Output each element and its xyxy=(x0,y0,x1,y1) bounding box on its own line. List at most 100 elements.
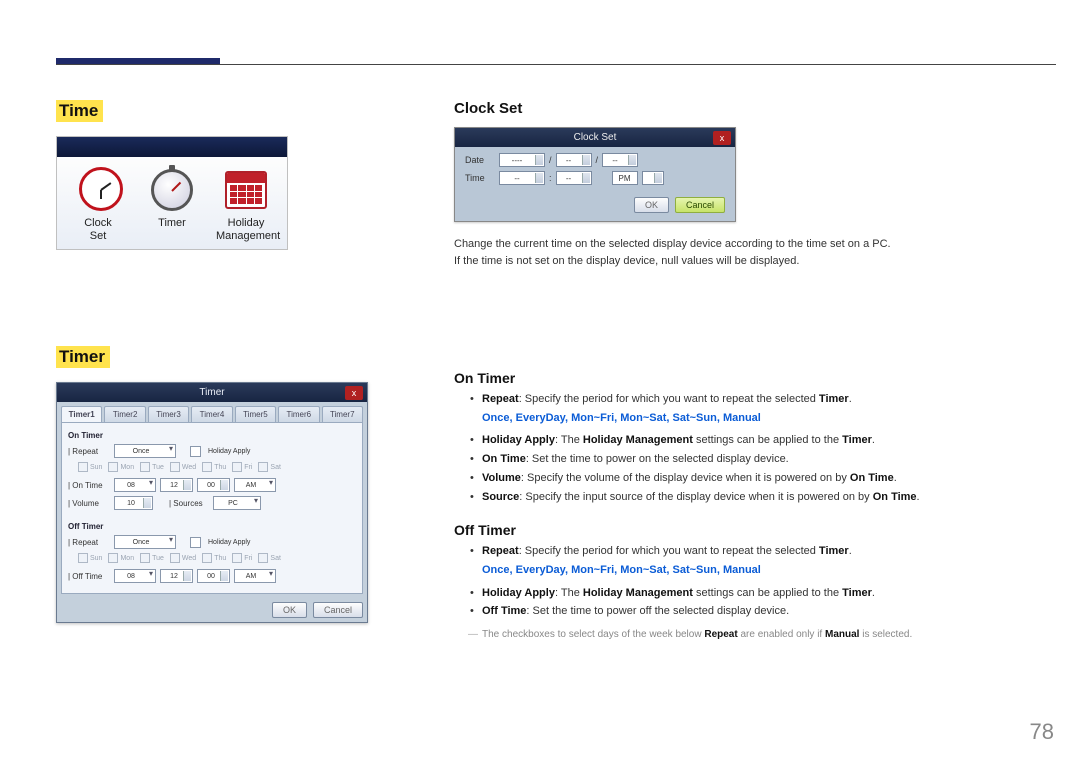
day-check: Wed xyxy=(170,462,196,472)
timer-dialog-buttons: OK Cancel xyxy=(57,598,367,622)
off-timer-list-2: Holiday Apply: The Holiday Management se… xyxy=(470,584,1014,621)
heading-off-timer: Off Timer xyxy=(454,522,1014,538)
time-ampm-spin[interactable] xyxy=(642,171,664,185)
close-icon[interactable]: x xyxy=(713,131,731,145)
ok-button[interactable]: OK xyxy=(634,197,669,213)
timer-dialog-title: Timer x xyxy=(57,383,367,402)
on-timer-options: Once, EveryDay, Mon~Fri, Mon~Sat, Sat~Su… xyxy=(482,409,1014,428)
holiday-apply-label: Holiday Apply xyxy=(208,448,250,455)
time-panel-body: Clock Set Timer Holiday xyxy=(57,157,287,249)
sep: / xyxy=(596,155,599,165)
on-time-mm2[interactable]: 00 xyxy=(197,478,230,492)
ok-button[interactable]: OK xyxy=(272,602,307,618)
volume-field[interactable]: 10 xyxy=(114,496,153,510)
day-check: Sat xyxy=(258,553,281,563)
time-label: Time xyxy=(465,173,495,183)
time-panel-label: Holiday Management xyxy=(216,217,276,243)
list-item: On Time: Set the time to power on the se… xyxy=(470,450,1014,469)
tab-timer7[interactable]: Timer7 xyxy=(322,406,363,422)
repeat-select[interactable]: Once xyxy=(114,444,176,458)
heading-time: Time xyxy=(56,100,103,122)
tab-timer1[interactable]: Timer1 xyxy=(61,406,102,422)
off-time-mm1[interactable]: 12 xyxy=(160,569,193,583)
date-day[interactable]: -- xyxy=(602,153,638,167)
holiday-apply-label-off: Holiday Apply xyxy=(208,539,250,546)
header-rule-thin xyxy=(56,64,1056,65)
on-time-ampm[interactable]: AM xyxy=(234,478,276,492)
on-timer-list-2: Holiday Apply: The Holiday Management se… xyxy=(470,431,1014,506)
date-month[interactable]: -- xyxy=(556,153,592,167)
time-panel-item-timer[interactable]: Timer xyxy=(142,169,202,243)
list-item: Holiday Apply: The Holiday Management se… xyxy=(470,431,1014,450)
sources-field[interactable]: PC xyxy=(213,496,261,510)
off-time-hh[interactable]: 08 xyxy=(114,569,156,583)
day-check: Mon xyxy=(108,462,134,472)
heading-clock-set: Clock Set xyxy=(454,100,1014,117)
close-icon[interactable]: x xyxy=(345,386,363,400)
day-check: Mon xyxy=(108,553,134,563)
time-panel-label: Clock Set xyxy=(68,217,128,243)
date-label: Date xyxy=(465,155,495,165)
off-days-row: Sun Mon Tue Wed Thu Fri Sat xyxy=(78,553,356,563)
day-check: Tue xyxy=(140,553,164,563)
on-time-mm1[interactable]: 12 xyxy=(160,478,193,492)
title-text: Clock Set xyxy=(574,132,617,143)
alarm-clock-icon xyxy=(77,169,119,211)
title-text: Timer xyxy=(199,387,224,398)
time-min[interactable]: -- xyxy=(556,171,592,185)
tab-timer3[interactable]: Timer3 xyxy=(148,406,189,422)
on-time-hh[interactable]: 08 xyxy=(114,478,156,492)
sep: / xyxy=(549,155,552,165)
time-panel-label: Timer xyxy=(142,217,202,230)
cancel-button[interactable]: Cancel xyxy=(675,197,725,213)
off-time-ampm[interactable]: AM xyxy=(234,569,276,583)
on-days-row: Sun Mon Tue Wed Thu Fri Sat xyxy=(78,462,356,472)
label-text: Set xyxy=(90,230,107,242)
sources-label: | Sources xyxy=(169,499,209,508)
timer-dialog-illustration: Timer x Timer1 Timer2 Timer3 Timer4 Time… xyxy=(56,382,368,623)
day-check: Thu xyxy=(202,462,226,472)
page-number: 78 xyxy=(1030,719,1054,745)
sep: : xyxy=(549,173,552,183)
heading-on-timer: On Timer xyxy=(454,370,1014,386)
time-panel-item-holiday[interactable]: Holiday Management xyxy=(216,169,276,243)
clockset-desc-1: Change the current time on the selected … xyxy=(454,236,1014,253)
list-item: Volume: Specify the volume of the displa… xyxy=(470,469,1014,488)
on-timer-section-label: On Timer xyxy=(68,431,356,440)
label-text: Timer xyxy=(158,217,186,229)
volume-source-row: | Volume 10 | Sources PC xyxy=(68,496,356,510)
off-timer-options: Once, EveryDay, Mon~Fri, Mon~Sat, Sat~Su… xyxy=(482,561,1014,580)
off-time-mm2[interactable]: 00 xyxy=(197,569,230,583)
day-check: Wed xyxy=(170,553,196,563)
off-repeat-row: | Repeat Once Holiday Apply xyxy=(68,535,356,549)
clockset-title: Clock Set x xyxy=(455,128,735,147)
on-timer-list: Repeat: Specify the period for which you… xyxy=(470,390,1014,409)
tab-timer2[interactable]: Timer2 xyxy=(104,406,145,422)
day-check: Sat xyxy=(258,462,281,472)
repeat-select-off[interactable]: Once xyxy=(114,535,176,549)
off-time-row: | Off Time 08 12 00 AM xyxy=(68,569,356,583)
tab-timer5[interactable]: Timer5 xyxy=(235,406,276,422)
time-hour[interactable]: -- xyxy=(499,171,545,185)
holiday-apply-checkbox-off[interactable] xyxy=(190,537,201,548)
holiday-apply-checkbox[interactable] xyxy=(190,446,201,457)
time-row: Time -- : -- PM xyxy=(465,171,725,185)
list-item: Source: Specify the input source of the … xyxy=(470,488,1014,507)
clockset-buttons: OK Cancel xyxy=(455,193,735,221)
time-panel-item-clock-set[interactable]: Clock Set xyxy=(68,169,128,243)
time-ampm[interactable]: PM xyxy=(612,171,638,185)
time-panel-header xyxy=(57,137,287,157)
timer-tabs: Timer1 Timer2 Timer3 Timer4 Timer5 Timer… xyxy=(57,402,367,422)
tab-timer4[interactable]: Timer4 xyxy=(191,406,232,422)
clockset-body: Date ---- / -- / -- Time -- : -- PM xyxy=(455,147,735,193)
day-check: Fri xyxy=(232,462,252,472)
off-time-label: | Off Time xyxy=(68,572,110,581)
volume-label: | Volume xyxy=(68,499,110,508)
date-year[interactable]: ---- xyxy=(499,153,545,167)
tab-timer6[interactable]: Timer6 xyxy=(278,406,319,422)
cancel-button[interactable]: Cancel xyxy=(313,602,363,618)
off-timer-section-label: Off Timer xyxy=(68,522,356,531)
on-time-row: | On Time 08 12 00 AM xyxy=(68,478,356,492)
label-text: Holiday xyxy=(228,217,265,229)
left-column: Time Clock Set Timer xyxy=(56,100,386,623)
